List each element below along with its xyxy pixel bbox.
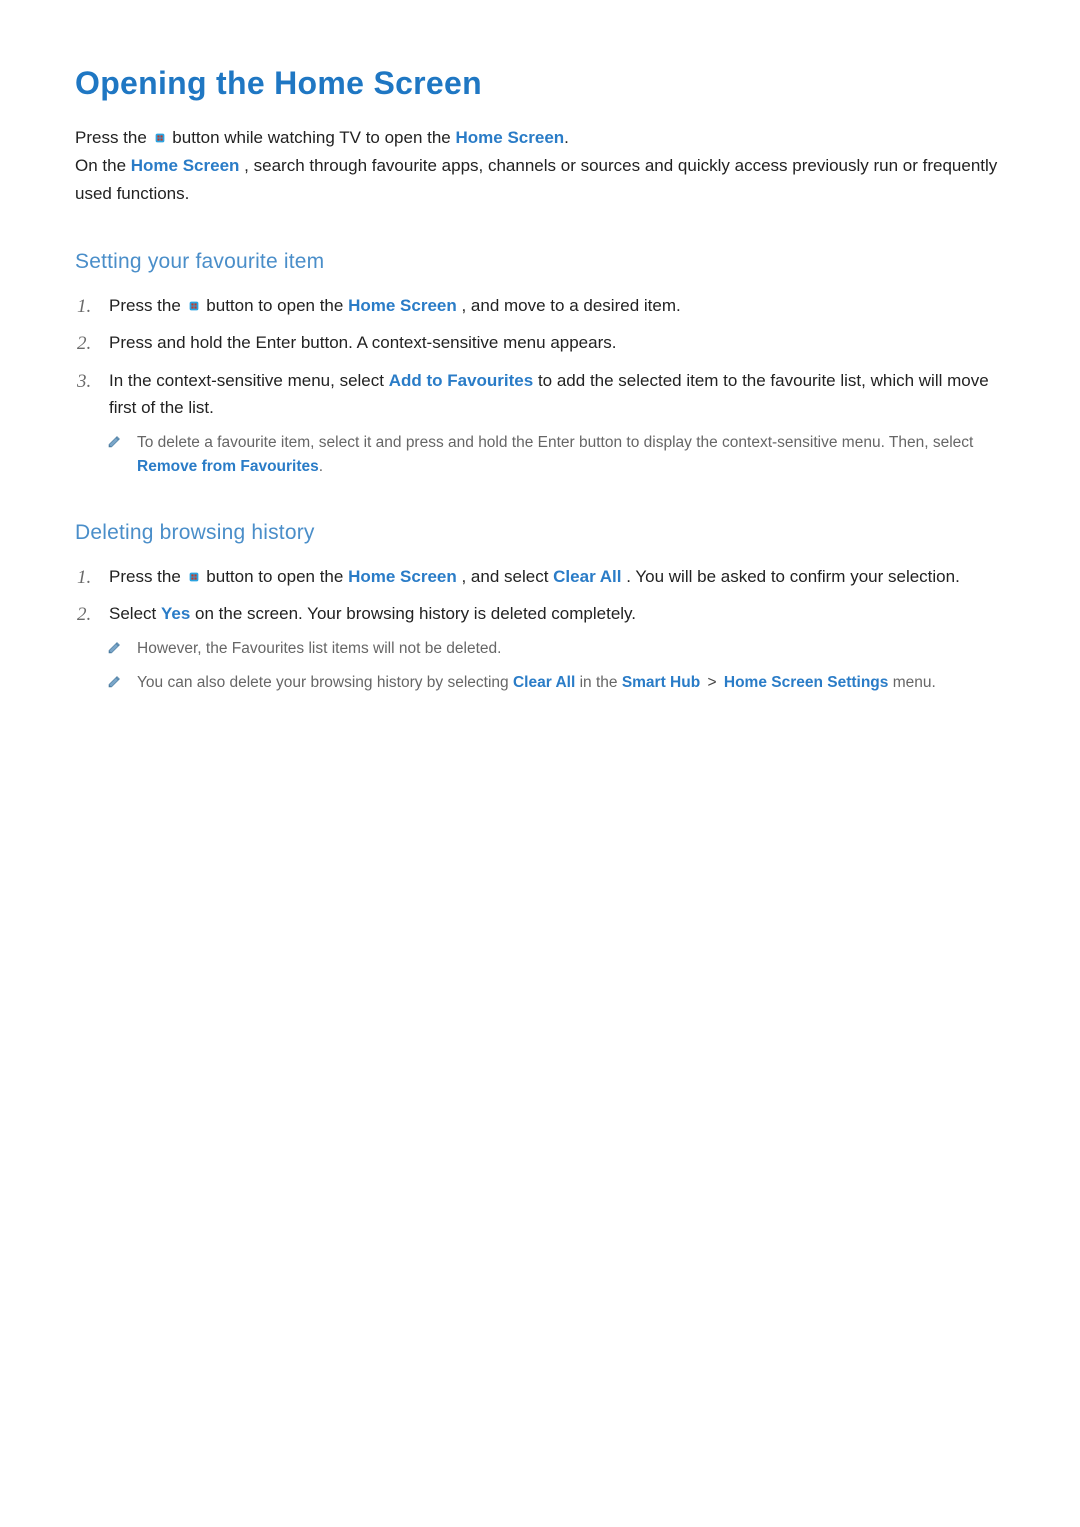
text: on the screen. Your browsing history is …	[195, 604, 636, 623]
text: You can also delete your browsing histor…	[137, 674, 513, 691]
text: On the	[75, 156, 131, 175]
step-item: Press and hold the Enter button. A conte…	[75, 329, 1005, 356]
yes-link: Yes	[161, 604, 190, 623]
intro-paragraph: Press the button while watching TV to op…	[75, 124, 1005, 208]
text: button while watching TV to open the	[172, 128, 455, 147]
text: Press the	[75, 128, 152, 147]
step-item: Select Yes on the screen. Your browsing …	[75, 600, 1005, 695]
steps-favourite: Press the button to open the Home Screen…	[75, 292, 1005, 479]
text: Press and hold the Enter button. A conte…	[109, 333, 616, 352]
section-title-favourite: Setting your favourite item	[75, 250, 1005, 274]
smart-hub-link: Smart Hub	[622, 674, 700, 691]
text: button to open the	[206, 296, 348, 315]
text: Press the	[109, 296, 186, 315]
text: in the	[580, 674, 622, 691]
breadcrumb-separator: >	[708, 674, 717, 691]
text: . You will be asked to confirm your sele…	[626, 567, 960, 586]
text: Press the	[109, 567, 186, 586]
step-item: In the context-sensitive menu, select Ad…	[75, 367, 1005, 479]
step-item: Press the button to open the Home Screen…	[75, 563, 1005, 590]
clear-all-link: Clear All	[553, 567, 621, 586]
remove-from-favourites-link: Remove from Favourites	[137, 458, 319, 475]
text: In the context-sensitive menu, select	[109, 371, 389, 390]
steps-history: Press the button to open the Home Screen…	[75, 563, 1005, 695]
text: button to open the	[206, 567, 348, 586]
text: menu.	[893, 674, 936, 691]
text: Select	[109, 604, 161, 623]
note-pencil-icon	[107, 639, 123, 655]
home-screen-settings-link: Home Screen Settings	[724, 674, 889, 691]
home-screen-link: Home Screen	[456, 128, 565, 147]
text: , and move to a desired item.	[461, 296, 680, 315]
smart-hub-icon	[187, 299, 201, 313]
note-text: You can also delete your browsing histor…	[137, 671, 1005, 695]
step-item: Press the button to open the Home Screen…	[75, 292, 1005, 319]
text: To delete a favourite item, select it an…	[137, 434, 973, 451]
smart-hub-icon	[153, 131, 167, 145]
note: However, the Favourites list items will …	[107, 637, 1005, 661]
note: You can also delete your browsing histor…	[107, 671, 1005, 695]
home-screen-link: Home Screen	[348, 296, 457, 315]
text: , and select	[461, 567, 553, 586]
page-title: Opening the Home Screen	[75, 65, 1005, 102]
smart-hub-icon	[187, 570, 201, 584]
text: .	[319, 458, 323, 475]
note: To delete a favourite item, select it an…	[107, 431, 1005, 479]
section-title-history: Deleting browsing history	[75, 521, 1005, 545]
note-pencil-icon	[107, 673, 123, 689]
note-pencil-icon	[107, 433, 123, 449]
home-screen-link: Home Screen	[348, 567, 457, 586]
text: .	[564, 128, 569, 147]
add-to-favourites-link: Add to Favourites	[389, 371, 534, 390]
clear-all-link: Clear All	[513, 674, 575, 691]
note-text: However, the Favourites list items will …	[137, 637, 1005, 661]
home-screen-link: Home Screen	[131, 156, 240, 175]
note-text: To delete a favourite item, select it an…	[137, 431, 1005, 479]
